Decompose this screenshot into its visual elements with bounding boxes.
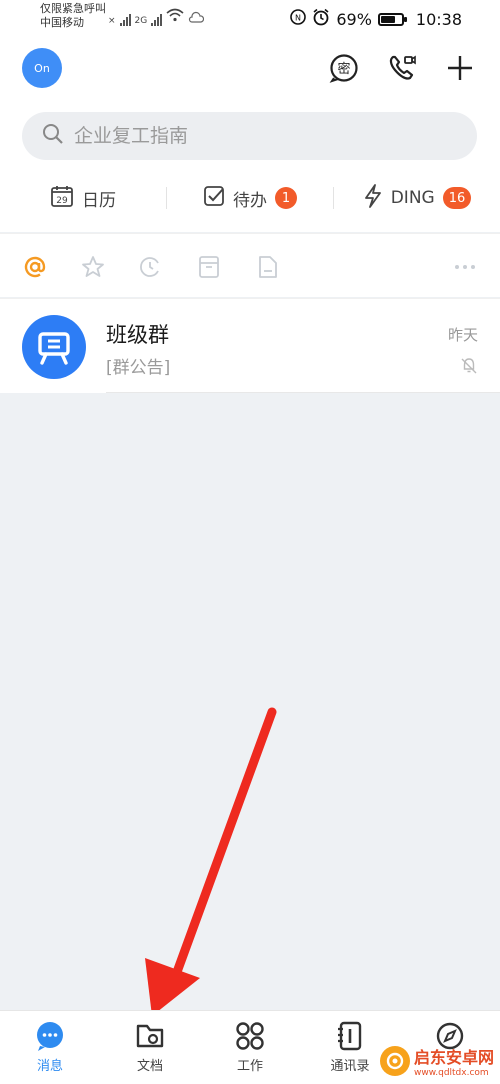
chat-title: 班级群 [106,323,169,347]
folder-icon [133,1019,167,1053]
document-icon[interactable] [255,254,281,280]
ding-badge: 16 [442,187,472,209]
blackboard-icon [38,332,70,365]
grid-icon [233,1019,267,1053]
video-call-icon[interactable] [384,50,420,86]
svg-text:29: 29 [56,196,68,206]
todo-label: 待办 [233,190,267,211]
svg-text:密: 密 [337,61,350,77]
chat-time: 昨天 [447,326,478,344]
message-filters [0,233,500,297]
secret-chat-icon[interactable]: 密 [326,50,362,86]
signal-indicators: × 2G [108,8,205,26]
svg-text:N: N [295,14,301,23]
user-avatar[interactable]: On [22,48,62,88]
search-input[interactable] [74,125,434,147]
nav-messages[interactable]: 消息 [0,1011,100,1084]
todo-button[interactable]: 待办 1 [167,178,333,218]
battery-icon [377,12,407,26]
search-icon [42,123,64,149]
nav-work[interactable]: 工作 [200,1011,300,1084]
nav-work-label: 工作 [236,1059,263,1074]
header-actions: 密 [326,50,478,86]
search-bar[interactable] [22,112,477,160]
carrier-text: 中国移动 [40,16,84,29]
lightning-icon [363,183,383,213]
todo-badge: 1 [275,187,297,209]
no-signal-icon: × [108,16,116,26]
star-icon[interactable] [80,254,106,280]
calendar-icon: 29 [50,184,74,213]
watermark: 启东安卓网 www.qdltdx.com [379,1044,494,1078]
network-type-label: 2G [134,16,148,26]
message-icon [33,1019,67,1053]
wifi-icon [166,8,184,26]
signal-icon [119,14,131,26]
calendar-button[interactable]: 29 日历 [0,178,166,218]
watermark-logo [379,1046,410,1076]
nav-messages-label: 消息 [36,1059,63,1074]
calendar-label: 日历 [82,190,116,211]
checkbox-icon [203,185,225,212]
status-right: N 69% 10:38 [290,8,462,30]
contacts-icon [333,1019,367,1053]
clock-time: 10:38 [415,9,462,29]
emergency-text: 仅限紧急呼叫 [40,2,106,15]
battery-percent: 69% [336,9,372,29]
status-bar: 仅限紧急呼叫 中国移动 × 2G N 69% 10:38 [0,0,500,36]
watermark-url: www.qdltdx.com [413,1068,489,1078]
chat-list-item[interactable]: 班级群 [群公告] 昨天 [0,298,500,393]
ding-button[interactable]: DING 16 [334,178,500,218]
archive-icon[interactable] [196,254,222,280]
add-icon[interactable] [442,50,478,86]
alarm-icon [312,8,330,30]
carrier-info: 仅限紧急呼叫 中国移动 [40,2,106,30]
ding-label: DING [390,188,435,208]
group-avatar [22,315,86,379]
quick-actions: 29 日历 待办 1 DING 16 [0,178,500,218]
at-icon[interactable] [22,254,48,280]
header: On 密 29 日历 待办 1 [0,36,500,232]
divider [106,392,500,393]
watermark-title: 启东安卓网 [413,1048,494,1067]
clock-icon[interactable] [137,254,163,280]
nav-contacts-label: 通讯录 [330,1059,370,1074]
mute-icon [460,357,478,375]
chat-preview: [群公告] [106,358,171,378]
nav-documents[interactable]: 文档 [100,1011,200,1084]
nav-documents-label: 文档 [136,1059,163,1074]
signal-icon-2 [151,14,163,26]
nfc-icon: N [290,9,307,29]
more-icon[interactable] [452,254,478,280]
watermark-text: 启东安卓网 www.qdltdx.com [414,1044,494,1078]
weather-icon [188,11,205,26]
